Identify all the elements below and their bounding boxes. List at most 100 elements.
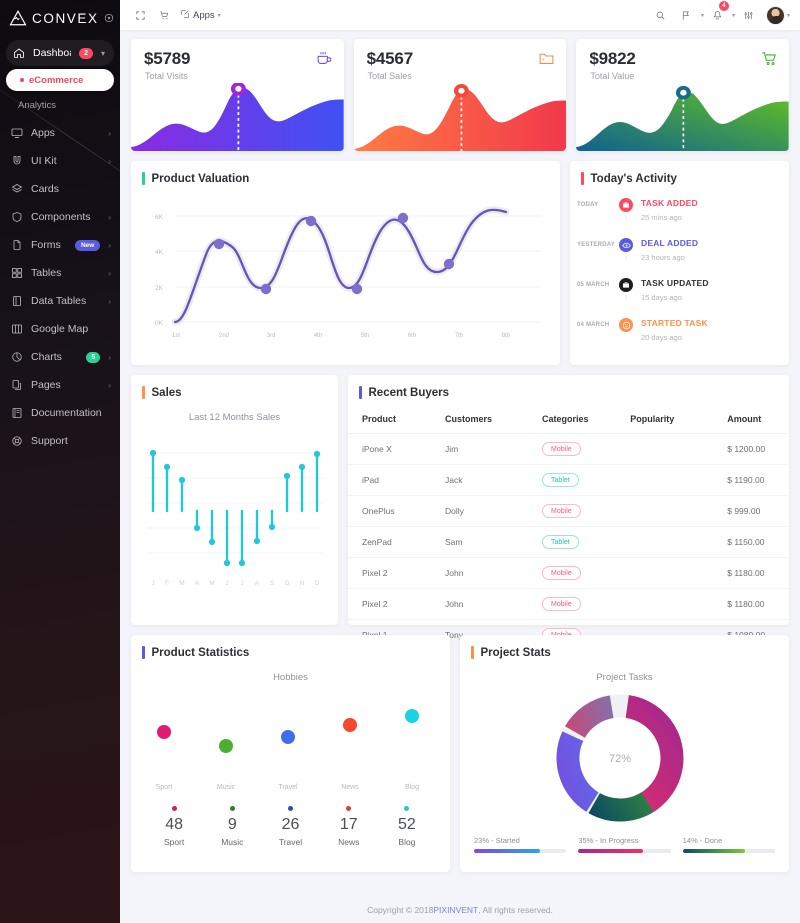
activity-time: 25 mins ago	[641, 213, 682, 222]
sidebar-item-dashboard[interactable]: Dashboard 2 ▾	[6, 40, 114, 66]
cell-amount: $ 1190.00	[727, 464, 789, 496]
sidebar-subitem-ecommerce[interactable]: eCommerce	[6, 69, 114, 91]
activity-item[interactable]: 04 MARCH STARTED TASK 20 days ago	[577, 316, 779, 356]
eye-icon	[619, 238, 633, 252]
sidebar-item-ui-kit[interactable]: UI Kit ›	[0, 147, 120, 175]
hobby-value: 48	[165, 816, 183, 833]
sidebar-item-charts[interactable]: Charts 5 ›	[0, 343, 120, 371]
sidebar-item-documentation[interactable]: Documentation	[0, 399, 120, 427]
table-row[interactable]: iPone X Jim Mobile $ 1200.00	[348, 433, 789, 465]
cell-product: Pixel 2	[348, 588, 446, 620]
product-statistics-title: Product Statistics	[151, 646, 250, 659]
table-header-row: Product Customers Categories Popularity …	[348, 408, 789, 434]
table-row[interactable]: Pixel 2 John Mobile $ 1180.00	[348, 588, 789, 620]
activity-heading: TASK ADDED	[641, 198, 698, 208]
category-chip: Mobile	[542, 442, 581, 456]
grid-icon	[10, 267, 23, 280]
sidebar-item-cards[interactable]: Cards	[0, 175, 120, 203]
category-chip: Mobile	[542, 504, 581, 518]
monitor-icon	[10, 127, 23, 140]
cell-category: Mobile	[542, 588, 631, 620]
briefcase-icon	[619, 198, 633, 212]
brand-name: CONVEX	[32, 10, 99, 26]
hobby-col-travel: 26 Travel	[261, 806, 319, 847]
expand-icon[interactable]	[128, 3, 152, 27]
legend-dot-icon	[404, 806, 410, 811]
svg-text:D: D	[315, 580, 320, 587]
footer-link[interactable]: PIXINVENT	[433, 905, 478, 915]
svg-text:5th: 5th	[361, 333, 369, 339]
sliders-icon[interactable]	[737, 3, 761, 27]
activity-time: 20 days ago	[641, 333, 682, 342]
sidebar-item-forms[interactable]: Forms New ›	[0, 231, 120, 259]
legend-started: 23% - Started	[474, 836, 567, 853]
table-row[interactable]: iPad Jack Tablet $ 1190.00	[348, 464, 789, 496]
todays-activity-card: Today's Activity TODAY TASK ADDED 25 min…	[570, 161, 789, 365]
coffee-cup-icon	[316, 50, 333, 67]
table-row[interactable]: OnePlus Dolly Mobile $ 999.00	[348, 495, 789, 527]
table-row[interactable]: Pixel 2 John Mobile $ 1180.00	[348, 557, 789, 589]
topbar-actions: ▾ 4 ▾ ▾	[649, 1, 790, 27]
cart-icon[interactable]	[152, 3, 176, 27]
book-icon	[10, 295, 23, 308]
briefcase-icon	[619, 278, 633, 292]
footer-suffix: , All rights reserved.	[478, 904, 553, 915]
sidebar-subitem-analytics[interactable]: Analytics	[6, 94, 114, 116]
col-amount: Amount	[727, 408, 789, 434]
cell-customer: Sam	[445, 526, 543, 558]
chevron-right-icon: ›	[108, 128, 111, 138]
hobby-value: 52	[398, 816, 416, 833]
stat-card-total-visits[interactable]: $5789 Total Visits	[131, 39, 344, 151]
recent-buyers-table: Product Customers Categories Popularity …	[348, 408, 789, 650]
svg-text:Music: Music	[217, 784, 236, 791]
brand-header[interactable]: CONVEX	[0, 0, 120, 36]
apps-menu[interactable]: Apps ▾	[180, 9, 221, 22]
stat-label: Total Sales	[367, 71, 412, 81]
sidebar-item-label: Forms	[31, 239, 61, 251]
svg-text:A: A	[195, 580, 200, 587]
sidebar-item-tables[interactable]: Tables ›	[0, 259, 120, 287]
sidebar-item-label: Components	[31, 211, 91, 223]
columns-icon	[10, 323, 23, 336]
sidebar-item-google-map[interactable]: Google Map	[0, 315, 120, 343]
avatar[interactable]	[765, 5, 785, 25]
hobby-label: Blog	[398, 837, 416, 847]
sidebar-item-label: Charts	[31, 351, 62, 363]
cell-customer: Jim	[445, 433, 543, 465]
title-accent-bar	[471, 646, 474, 659]
notification-badge: 4	[718, 1, 729, 11]
stat-card-total-value[interactable]: $9822 Total Value	[576, 39, 790, 151]
sidebar-item-label: Dashboard	[33, 47, 71, 59]
project-stats-title: Project Stats	[480, 646, 551, 659]
chevron-down-icon: ▾	[700, 12, 704, 19]
bell-icon[interactable]: 4	[706, 1, 730, 27]
cell-category: Mobile	[542, 495, 631, 527]
sidebar-item-pages[interactable]: Pages ›	[0, 371, 120, 399]
activity-item[interactable]: 05 MARCH TASK UPDATED 15 days ago	[577, 276, 779, 316]
sidebar-subitem-label: eCommerce	[29, 74, 84, 86]
activity-item[interactable]: TODAY TASK ADDED 25 mins ago	[577, 196, 779, 236]
activity-item[interactable]: YESTERDAY DEAL ADDED 23 hours ago	[577, 236, 779, 276]
flag-icon[interactable]	[675, 3, 699, 27]
cell-popularity	[630, 464, 728, 496]
title-accent-bar	[142, 386, 145, 399]
sidebar-item-apps[interactable]: Apps ›	[0, 119, 120, 147]
content-area: $5789 Total Visits $4567 Total Sales $98…	[120, 30, 800, 896]
search-icon[interactable]	[649, 3, 673, 27]
legend-label: 14% - Done	[682, 836, 723, 845]
activity-text: TASK ADDED 25 mins ago	[637, 196, 779, 222]
svg-text:6K: 6K	[155, 214, 164, 221]
sidebar-item-support[interactable]: Support	[0, 427, 120, 455]
legend-in-progress: 35% - In Progress	[578, 836, 671, 853]
stat-card-total-sales[interactable]: $4567 Total Sales	[353, 39, 567, 151]
stat-label: Total Visits	[145, 71, 188, 81]
sidebar-item-label: Documentation	[31, 407, 102, 419]
sidebar-item-data-tables[interactable]: Data Tables ›	[0, 287, 120, 315]
disc-pin-icon[interactable]	[104, 13, 114, 23]
hobby-values-row: 48 Sport 9 Music 26 Travel 17 News 52 Bl…	[131, 806, 450, 847]
title-accent-bar	[581, 172, 584, 185]
edit-square-icon	[180, 9, 190, 22]
table-row[interactable]: ZenPad Sam Tablet $ 1150.00	[348, 526, 789, 558]
footer-prefix: Copyright © 2018	[367, 904, 434, 915]
sidebar-item-components[interactable]: Components ›	[0, 203, 120, 231]
